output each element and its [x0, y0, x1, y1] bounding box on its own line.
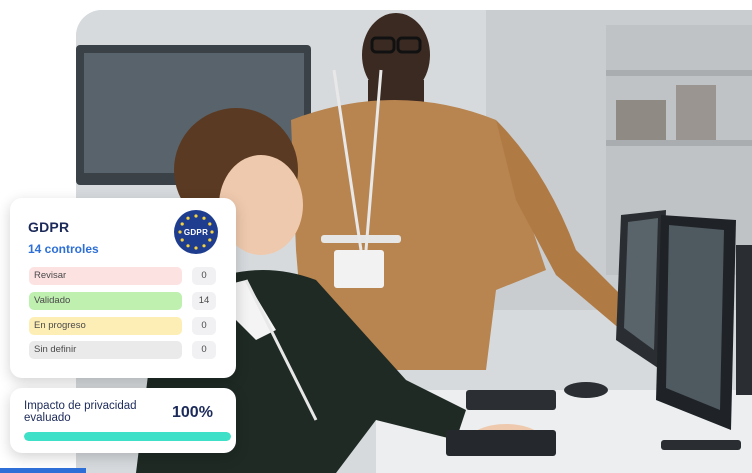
gdpr-controls-count: 14 controles [28, 242, 99, 256]
privacy-impact-value: 100% [172, 404, 213, 421]
status-label: Validado [29, 292, 182, 310]
status-count: 0 [192, 341, 216, 359]
privacy-impact-progress-fill [24, 432, 231, 441]
status-label: Sin definir [29, 341, 182, 359]
status-row-sin-definir: Sin definir 0 [29, 341, 225, 359]
gdpr-card: GDPR 14 controles GDPR Revisar 0 Validad… [10, 198, 236, 378]
gdpr-badge-text: GDPR [183, 227, 209, 237]
status-row-validado: Validado 14 [29, 292, 225, 310]
status-count: 14 [192, 292, 216, 310]
privacy-impact-card: Impacto de privacidad evaluado 100% [10, 388, 236, 453]
status-count: 0 [192, 267, 216, 285]
privacy-impact-progress-track [24, 432, 231, 441]
gdpr-title: GDPR [28, 219, 70, 235]
status-label: Revisar [29, 267, 182, 285]
eu-stars-icon: GDPR [174, 210, 218, 254]
status-row-en-progreso: En progreso 0 [29, 317, 225, 335]
status-label: En progreso [29, 317, 182, 335]
privacy-impact-label: Impacto de privacidad evaluado [24, 400, 137, 424]
accent-strip [0, 468, 86, 473]
status-count: 0 [192, 317, 216, 335]
status-row-revisar: Revisar 0 [29, 267, 225, 285]
